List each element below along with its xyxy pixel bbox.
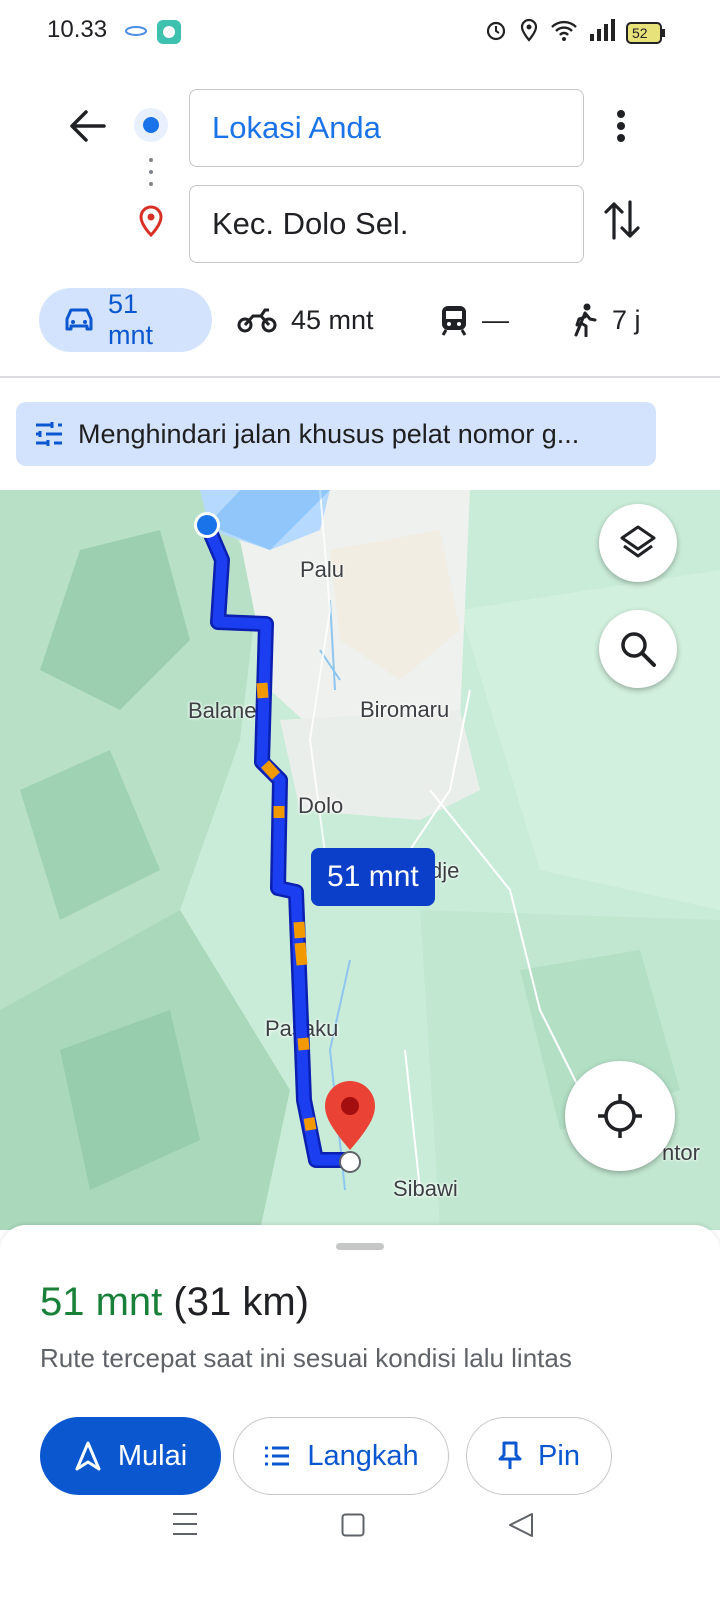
notification-icon xyxy=(125,22,147,40)
route-subtitle: Rute tercepat saat ini sesuai kondisi la… xyxy=(40,1343,572,1373)
search-along-route-button[interactable] xyxy=(599,610,677,688)
route-options-text: Menghindari jalan khusus pelat nomor g..… xyxy=(78,418,580,449)
route-duration: 51 mnt xyxy=(40,1280,163,1324)
status-time: 10.33 xyxy=(47,16,108,43)
battery-level: 52 xyxy=(632,24,648,41)
route-summary: 51 mnt (31 km) xyxy=(40,1280,309,1325)
pin-button[interactable]: Pin xyxy=(466,1417,612,1495)
motorcycle-icon xyxy=(237,308,277,333)
app-notification-icon xyxy=(157,20,181,44)
route-distance: (31 km) xyxy=(173,1280,309,1324)
origin-field[interactable]: Lokasi Anda xyxy=(189,89,584,167)
system-nav-bar xyxy=(0,1513,720,1600)
destination-field[interactable]: Kec. Dolo Sel. xyxy=(189,185,584,263)
recents-button[interactable] xyxy=(172,1512,198,1538)
location-icon xyxy=(518,18,540,47)
start-button[interactable]: Mulai xyxy=(40,1417,221,1495)
back-button[interactable] xyxy=(66,106,108,146)
layers-icon xyxy=(620,525,656,558)
mode-motorcycle[interactable]: 45 mnt xyxy=(237,288,374,352)
start-label: Mulai xyxy=(117,1439,188,1472)
wifi-icon xyxy=(550,18,578,47)
signal-icon xyxy=(588,18,616,47)
menu-icon xyxy=(173,1513,197,1535)
square-icon xyxy=(341,1513,365,1537)
steps-label: Langkah xyxy=(307,1439,419,1472)
triangle-back-icon xyxy=(509,1513,533,1537)
home-button[interactable] xyxy=(341,1513,365,1537)
origin-dot-icon xyxy=(133,107,169,143)
pin-icon xyxy=(498,1441,522,1469)
more-vert-icon xyxy=(617,110,625,142)
mode-walk-label: 7 j xyxy=(612,304,641,335)
more-options-button[interactable] xyxy=(608,106,634,146)
header-divider xyxy=(0,376,720,378)
steps-button[interactable]: Langkah xyxy=(233,1417,449,1495)
mode-transit[interactable]: — xyxy=(440,288,509,352)
walk-icon xyxy=(574,303,597,337)
mode-motorcycle-label: 45 mnt xyxy=(291,304,374,335)
list-icon xyxy=(265,1446,290,1466)
tune-icon xyxy=(36,422,62,446)
sheet-drag-handle[interactable] xyxy=(336,1243,384,1250)
mode-car-label: 51 mnt xyxy=(108,289,154,350)
my-location-icon xyxy=(598,1094,642,1138)
train-icon xyxy=(441,306,467,336)
back-nav-button[interactable] xyxy=(508,1512,534,1538)
route-connector xyxy=(149,157,153,189)
mode-car[interactable]: 51 mnt xyxy=(39,288,212,352)
route-options-chip[interactable]: Menghindari jalan khusus pelat nomor g..… xyxy=(16,402,656,466)
mode-transit-label: — xyxy=(482,304,509,335)
swap-button[interactable] xyxy=(602,198,642,242)
destination-pin-icon xyxy=(138,205,164,238)
arrow-left-icon xyxy=(70,110,106,142)
car-icon xyxy=(65,308,93,331)
alarm-icon xyxy=(484,18,508,47)
my-location-button[interactable] xyxy=(565,1061,675,1171)
swap-vert-icon xyxy=(604,200,640,240)
search-icon xyxy=(621,632,656,667)
mode-walk[interactable]: 7 j xyxy=(572,288,641,352)
navigation-icon xyxy=(75,1441,101,1471)
layers-button[interactable] xyxy=(599,504,677,582)
route-eta-label[interactable]: 51 mnt xyxy=(311,848,435,906)
pin-label: Pin xyxy=(538,1439,580,1472)
status-bar: 10.33 52 xyxy=(0,0,720,64)
battery-icon: 52 xyxy=(626,21,666,44)
